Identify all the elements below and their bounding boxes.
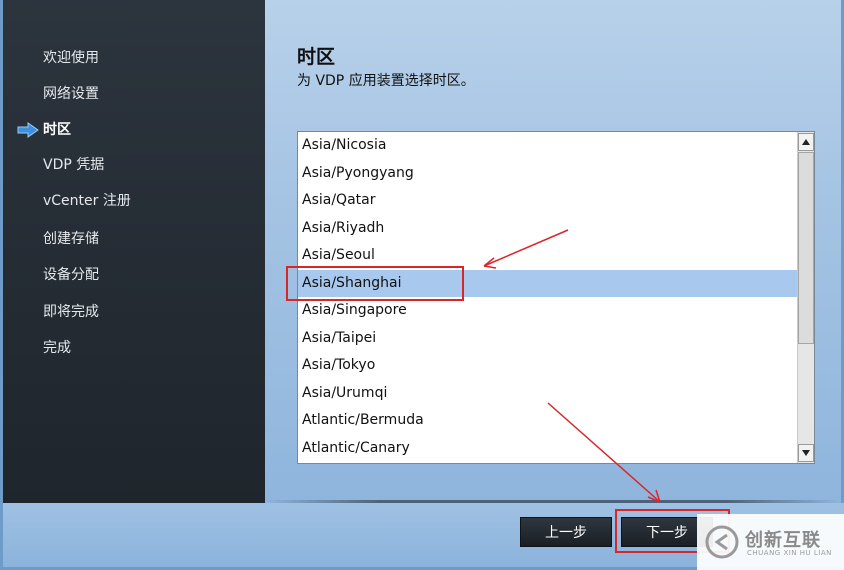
page-title: 时区 bbox=[297, 46, 336, 68]
list-item[interactable]: Asia/Riyadh bbox=[298, 215, 798, 243]
sidebar-item-vcenter-registration[interactable]: vCenter 注册 bbox=[43, 190, 131, 212]
sidebar-item-create-storage[interactable]: 创建存储 bbox=[43, 228, 99, 250]
list-item[interactable]: Asia/Tokyo bbox=[298, 352, 798, 380]
sidebar-nav: 欢迎使用 网络设置 时区 VDP 凭据 vCenter 注册 创建存储 设备分配… bbox=[3, 0, 265, 503]
list-item[interactable]: Atlantic/Canary bbox=[298, 435, 798, 463]
sidebar-item-network[interactable]: 网络设置 bbox=[43, 83, 99, 105]
sidebar-item-ready-to-complete[interactable]: 即将完成 bbox=[43, 301, 99, 323]
back-button[interactable]: 上一步 bbox=[520, 517, 612, 547]
arrow-right-icon bbox=[17, 122, 39, 138]
list-item[interactable]: Atlantic/Bermuda bbox=[298, 407, 798, 435]
triangle-down-icon bbox=[802, 450, 810, 456]
sidebar-item-device-allocation[interactable]: 设备分配 bbox=[43, 264, 99, 286]
sidebar-item-welcome[interactable]: 欢迎使用 bbox=[43, 47, 99, 69]
scroll-down-button[interactable] bbox=[798, 444, 814, 462]
main-content: 时区 为 VDP 应用装置选择时区。 Asia/Nicosia Asia/Pyo… bbox=[265, 0, 841, 503]
sidebar-item-complete[interactable]: 完成 bbox=[43, 337, 71, 359]
list-item[interactable]: Asia/Taipei bbox=[298, 325, 798, 353]
list-item[interactable]: Asia/Nicosia bbox=[298, 132, 798, 160]
page-subtitle: 为 VDP 应用装置选择时区。 bbox=[297, 73, 475, 89]
annotation-highlight-selected bbox=[286, 266, 464, 301]
watermark: 创新互联 CHUANG XIN HU LIAN bbox=[697, 514, 844, 570]
list-item[interactable]: Asia/Singapore bbox=[298, 297, 798, 325]
triangle-up-icon bbox=[802, 139, 810, 145]
list-item[interactable]: Asia/Qatar bbox=[298, 187, 798, 215]
sidebar-item-timezone[interactable]: 时区 bbox=[43, 119, 71, 141]
sidebar-item-vdp-credentials[interactable]: VDP 凭据 bbox=[43, 154, 104, 176]
vertical-scrollbar[interactable] bbox=[797, 132, 814, 463]
brand-logo-icon bbox=[705, 525, 739, 559]
list-item[interactable]: Asia/Pyongyang bbox=[298, 160, 798, 188]
list-item[interactable]: Asia/Urumqi bbox=[298, 380, 798, 408]
scroll-up-button[interactable] bbox=[798, 133, 814, 151]
scroll-thumb[interactable] bbox=[798, 152, 814, 344]
watermark-subtext: CHUANG XIN HU LIAN bbox=[747, 549, 832, 557]
